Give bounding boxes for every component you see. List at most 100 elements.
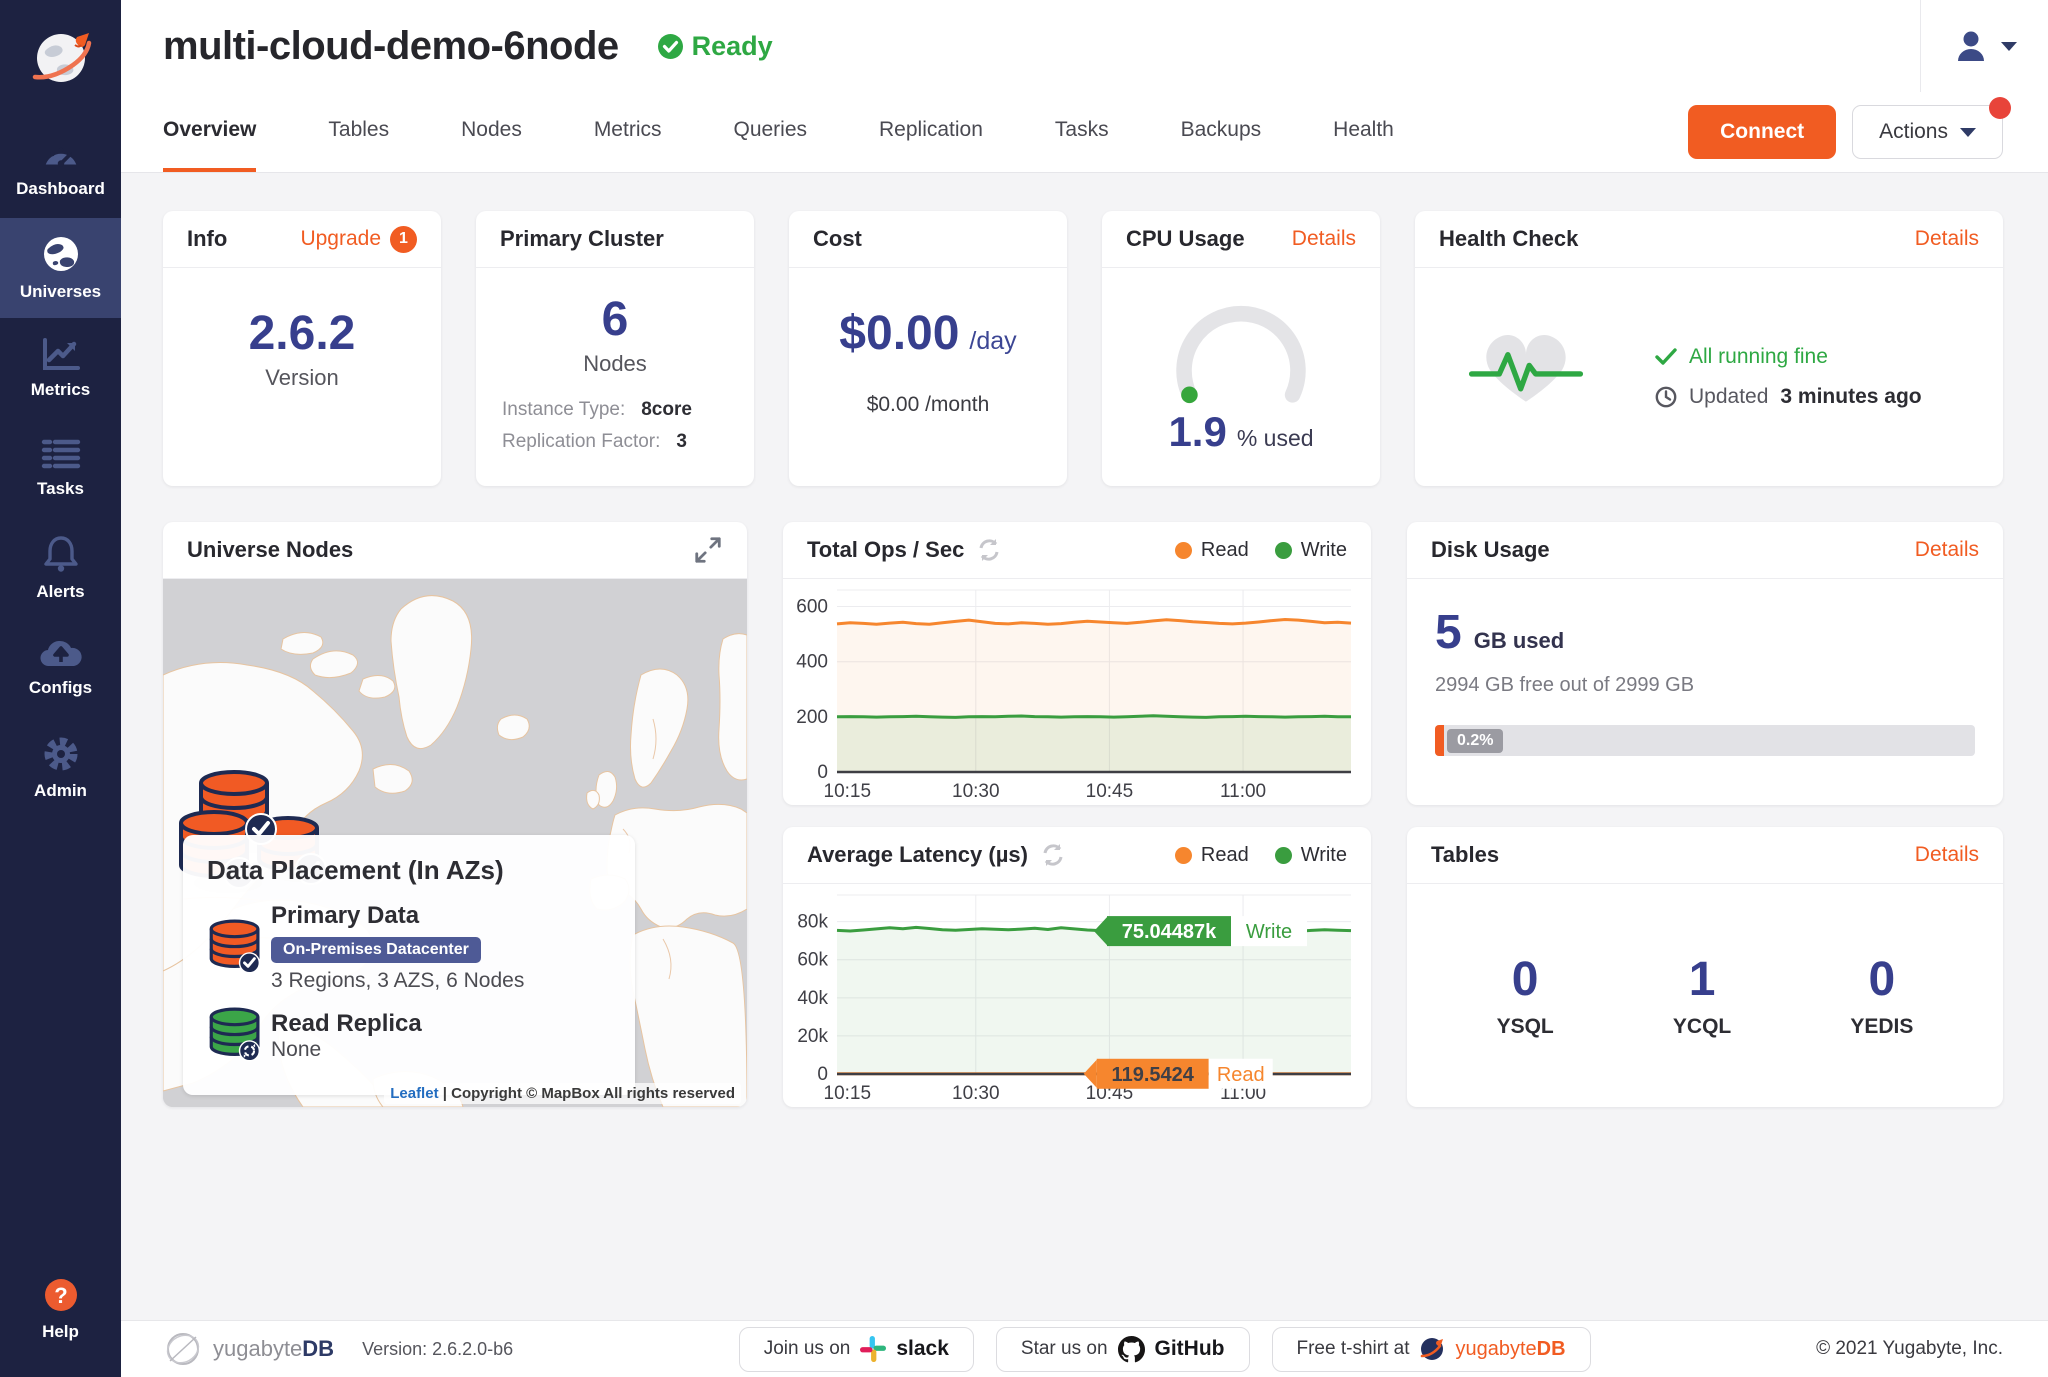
- dashboard-content: Info Upgrade 1 2.6.2 Version Primary Clu…: [121, 173, 2048, 1320]
- refresh-icon[interactable]: [1040, 842, 1066, 868]
- chart-legend: Read Write: [1175, 539, 1347, 562]
- svg-text:75.04487k: 75.04487k: [1122, 921, 1217, 943]
- heartbeat-icon: [1467, 327, 1585, 428]
- data-placement-panel: Data Placement (In AZs): [183, 835, 635, 1095]
- tab-tasks[interactable]: Tasks: [1055, 92, 1109, 172]
- primary-cluster-card: Primary Cluster 6 Nodes Instance Type: 8…: [476, 211, 754, 486]
- tab-tables[interactable]: Tables: [328, 92, 389, 172]
- ycql-stat: 1 YCQL: [1673, 952, 1731, 1039]
- yugabyte-logo[interactable]: [0, 0, 121, 118]
- slack-link[interactable]: Join us on slack: [739, 1327, 974, 1372]
- cpu-details-link[interactable]: Details: [1292, 227, 1356, 251]
- metrics-chart-icon: [41, 336, 81, 372]
- footer-copyright: © 2021 Yugabyte, Inc.: [1816, 1338, 2003, 1360]
- tab-replication[interactable]: Replication: [879, 92, 983, 172]
- tab-health[interactable]: Health: [1333, 92, 1394, 172]
- total-ops-card: Total Ops / Sec Read Write: [783, 522, 1371, 805]
- status-badge: Ready: [657, 31, 773, 62]
- chart-legend: Read Write: [1175, 844, 1347, 867]
- sidebar-item-label: Dashboard: [16, 179, 105, 199]
- world-map[interactable]: Data Placement (In AZs): [163, 579, 747, 1107]
- health-status: All running fine: [1689, 345, 1828, 369]
- disk-details-link[interactable]: Details: [1915, 538, 1979, 562]
- svg-text:80k: 80k: [797, 912, 828, 933]
- refresh-icon[interactable]: [976, 537, 1002, 563]
- tshirt-link[interactable]: Free t-shirt at yugabyteDB: [1272, 1327, 1591, 1372]
- card-title: Health Check: [1439, 226, 1578, 252]
- footer: yugabyteDB Version: 2.6.2.0-b6 Join us o…: [121, 1320, 2048, 1377]
- github-icon: [1118, 1336, 1145, 1363]
- footer-logo: yugabyteDB: [163, 1329, 334, 1369]
- disk-used-value: 5: [1435, 605, 1462, 660]
- replica-db-icon: [207, 1007, 265, 1065]
- sidebar-item-label: Tasks: [37, 479, 84, 499]
- ysql-stat: 0 YSQL: [1497, 952, 1554, 1039]
- sidebar-item-help[interactable]: ? Help: [0, 1259, 121, 1359]
- avg-latency-card: Average Latency (µs) Read Wr: [783, 827, 1371, 1107]
- cost-card: Cost $0.00 /day $0.00 /month: [789, 211, 1067, 486]
- sidebar-item-label: Help: [42, 1322, 79, 1342]
- expand-icon[interactable]: [693, 535, 723, 565]
- sidebar-item-alerts[interactable]: Alerts: [0, 518, 121, 618]
- sidebar-item-tasks[interactable]: Tasks: [0, 418, 121, 518]
- primary-data-title: Primary Data: [271, 902, 611, 930]
- upgrade-link[interactable]: Upgrade 1: [300, 226, 417, 253]
- connect-button[interactable]: Connect: [1688, 105, 1836, 159]
- tab-queries[interactable]: Queries: [733, 92, 807, 172]
- svg-text:400: 400: [796, 652, 828, 673]
- health-check-card: Health Check Details: [1415, 211, 2003, 486]
- card-title: Universe Nodes: [187, 537, 353, 563]
- check-circle-icon: [657, 33, 684, 60]
- check-icon: [1655, 348, 1677, 366]
- sidebar-item-universes[interactable]: Universes: [0, 218, 121, 318]
- cluster-details: Instance Type: 8core Replication Factor:…: [476, 399, 754, 463]
- upgrade-count-badge: 1: [390, 226, 417, 253]
- footer-links: Join us on slack Star us on GitHub: [739, 1327, 1591, 1372]
- chevron-down-icon: [2001, 42, 2017, 51]
- yedis-stat: 0 YEDIS: [1850, 952, 1913, 1039]
- disk-usage-fill: [1435, 725, 1444, 756]
- card-title: Disk Usage: [1431, 537, 1550, 563]
- updated-value: 3 minutes ago: [1780, 385, 1921, 409]
- cpu-percent: 1.9: [1168, 408, 1226, 456]
- cpu-gauge: [1158, 290, 1324, 406]
- help-icon: ?: [42, 1276, 80, 1314]
- write-dot: [1275, 542, 1292, 559]
- right-column: Disk Usage Details 5 GB used 2994 GB fre…: [1407, 522, 2003, 1107]
- disk-free-text: 2994 GB free out of 2999 GB: [1435, 674, 1694, 697]
- user-menu[interactable]: [1920, 0, 2048, 92]
- nodes-label: Nodes: [583, 351, 647, 377]
- lower-cards-row: Universe Nodes: [163, 522, 2003, 1107]
- actions-button[interactable]: Actions: [1852, 105, 2003, 159]
- status-text: Ready: [692, 31, 773, 62]
- sidebar-item-label: Alerts: [36, 582, 84, 602]
- footer-version: Version: 2.6.2.0-b6: [362, 1339, 513, 1360]
- tab-overview[interactable]: Overview: [163, 92, 256, 172]
- svg-text:20k: 20k: [797, 1026, 828, 1047]
- tables-details-link[interactable]: Details: [1915, 843, 1979, 867]
- leaflet-link[interactable]: Leaflet: [390, 1085, 438, 1102]
- sidebar-item-admin[interactable]: Admin: [0, 718, 121, 818]
- yugabyte-sketch-icon: [163, 1329, 203, 1369]
- summary-cards-row: Info Upgrade 1 2.6.2 Version Primary Clu…: [163, 211, 2003, 486]
- sidebar-item-metrics[interactable]: Metrics: [0, 318, 121, 418]
- sidebar-item-configs[interactable]: Configs: [0, 618, 121, 718]
- health-details-link[interactable]: Details: [1915, 227, 1979, 251]
- svg-text:40k: 40k: [797, 988, 828, 1009]
- gear-icon: [42, 735, 80, 773]
- tab-bar: Overview Tables Nodes Metrics Queries Re…: [121, 92, 2048, 172]
- dashboard-gauge-icon: [40, 137, 82, 171]
- github-link[interactable]: Star us on GitHub: [996, 1327, 1250, 1372]
- info-card: Info Upgrade 1 2.6.2 Version: [163, 211, 441, 486]
- avg-latency-chart: 020k40k60k80k10:1510:3010:4511:0075.0448…: [783, 884, 1371, 1107]
- primary-data-desc: 3 Regions, 3 AZS, 6 Nodes: [271, 969, 611, 993]
- globe-icon: [41, 234, 81, 274]
- svg-text:10:15: 10:15: [824, 1083, 872, 1104]
- tab-nodes[interactable]: Nodes: [461, 92, 522, 172]
- sidebar-item-dashboard[interactable]: Dashboard: [0, 118, 121, 218]
- svg-text:119.5424: 119.5424: [1112, 1064, 1195, 1086]
- tab-backups[interactable]: Backups: [1181, 92, 1262, 172]
- read-replica-title: Read Replica: [271, 1010, 611, 1038]
- tab-metrics[interactable]: Metrics: [594, 92, 662, 172]
- tables-card: Tables Details 0 YSQL 1 YCQL: [1407, 827, 2003, 1107]
